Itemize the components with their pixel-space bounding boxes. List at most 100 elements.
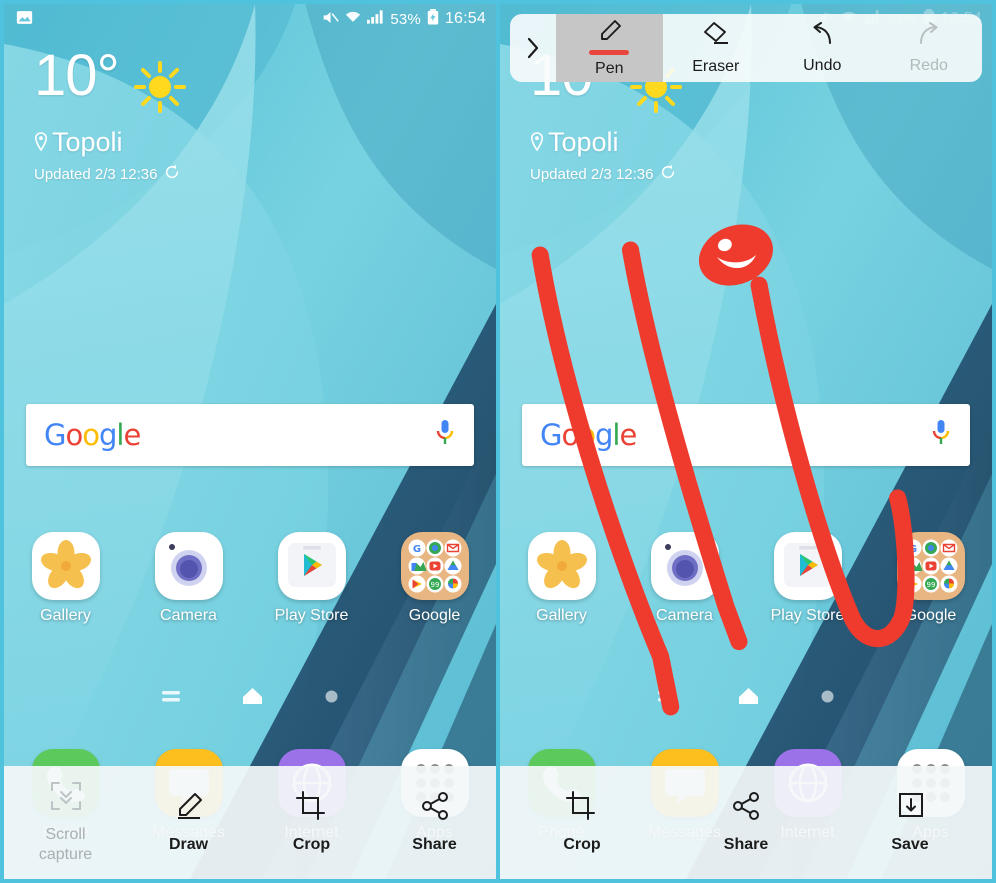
pen-tool-label: Pen — [595, 59, 624, 77]
refresh-icon[interactable] — [164, 164, 180, 184]
wifi-icon — [345, 10, 361, 28]
google-search-bar[interactable]: Google — [26, 404, 474, 466]
status-bar: 53% 16:54 — [4, 4, 496, 34]
battery-percent-label: 53% — [390, 10, 421, 28]
undo-arrow-icon — [807, 21, 837, 52]
share-button[interactable]: Share — [664, 766, 828, 879]
app-folder-google[interactable]: G 99 Google — [869, 532, 992, 625]
app-icon-play-store[interactable]: Play Store — [250, 532, 373, 625]
svg-text:99: 99 — [430, 581, 439, 589]
scroll-capture-icon — [50, 781, 82, 816]
app-label: Play Store — [770, 607, 845, 624]
clock-label: 16:54 — [444, 10, 486, 27]
eraser-icon — [701, 21, 731, 53]
undo-button[interactable]: Undo — [769, 14, 876, 82]
list-lines-icon[interactable] — [162, 690, 180, 708]
app-icon-camera[interactable]: Camera — [127, 532, 250, 625]
page-indicators — [4, 687, 496, 710]
share-icon — [419, 791, 451, 826]
list-lines-icon[interactable] — [658, 690, 676, 708]
app-label: Play Store — [274, 607, 349, 624]
draw-pen-icon — [173, 791, 205, 826]
share-label: Share — [723, 835, 769, 853]
location-pin-icon — [34, 127, 48, 158]
weather-updated-label: Updated 2/3 12:36 — [34, 165, 158, 183]
app-label: Gallery — [40, 607, 91, 624]
capture-toolbar: Crop Share Save — [500, 766, 992, 879]
microphone-icon[interactable] — [434, 418, 456, 453]
crop-button[interactable]: Crop — [500, 766, 664, 879]
gallery-flower-icon — [31, 532, 100, 600]
crop-icon — [566, 790, 598, 826]
location-pin-icon — [530, 127, 544, 158]
app-icon-camera[interactable]: Camera — [623, 532, 746, 625]
pen-icon — [596, 19, 622, 48]
google-logo: Google — [44, 418, 141, 452]
redo-arrow-icon — [914, 21, 944, 52]
page-indicators — [500, 687, 992, 710]
svg-text:G: G — [908, 544, 916, 555]
redo-label: Redo — [909, 56, 948, 74]
crop-label: Crop — [563, 835, 601, 853]
google-logo: Google — [540, 418, 637, 452]
chevron-right-icon[interactable] — [510, 14, 556, 82]
google-search-bar[interactable]: Google — [522, 404, 970, 466]
drawing-toolbar: Pen Eraser Undo Redo — [510, 14, 982, 82]
pen-color-indicator — [589, 49, 630, 55]
app-label: Google — [904, 607, 957, 624]
home-icon[interactable] — [242, 687, 263, 710]
share-button[interactable]: Share — [373, 766, 496, 879]
app-folder-google[interactable]: G 99 Google — [373, 532, 496, 625]
weather-updated-label: Updated 2/3 12:36 — [530, 165, 654, 183]
redo-button[interactable]: Redo — [876, 14, 983, 82]
svg-text:G: G — [412, 544, 420, 555]
camera-lens-icon — [650, 532, 719, 600]
pen-tool-button[interactable]: Pen — [556, 14, 663, 82]
play-store-icon — [773, 532, 842, 600]
home-icon[interactable] — [738, 687, 759, 710]
left-screenshot-panel: 53% 16:54 10° Topoli Updated 2/3 12:36 G… — [0, 0, 498, 883]
eraser-tool-button[interactable]: Eraser — [663, 14, 770, 82]
draw-button[interactable]: Draw — [127, 766, 250, 879]
crop-icon — [295, 790, 328, 826]
google-folder-icon: G 99 — [896, 532, 965, 600]
share-label: Share — [412, 835, 457, 853]
scroll-capture-button[interactable]: Scroll capture — [4, 766, 127, 879]
gallery-flower-icon — [527, 532, 596, 600]
weather-location-label: Topoli — [52, 127, 123, 157]
crop-label: Crop — [292, 835, 331, 853]
camera-lens-icon — [154, 532, 223, 600]
right-screenshot-panel: 53% 16:54 10° — [498, 0, 996, 883]
crop-button[interactable]: Crop — [250, 766, 373, 879]
app-icon-gallery[interactable]: Gallery — [4, 532, 127, 625]
weather-location-label: Topoli — [548, 127, 619, 157]
google-folder-icon: G 99 — [400, 532, 469, 600]
signal-bars-icon — [367, 10, 384, 28]
mute-icon — [322, 10, 340, 29]
app-label: Camera — [656, 607, 713, 624]
image-icon — [16, 10, 33, 28]
scroll-capture-label: Scroll capture — [38, 825, 93, 863]
weather-widget[interactable]: 10° Topoli — [34, 43, 187, 184]
app-icon-play-store[interactable]: Play Store — [746, 532, 869, 625]
eraser-tool-label: Eraser — [692, 57, 740, 75]
microphone-icon[interactable] — [930, 418, 952, 453]
home-app-row: Gallery Camera Play Store G 99 Google — [4, 532, 496, 625]
page-dot-icon[interactable] — [325, 690, 338, 708]
screenshot-comparison: 53% 16:54 10° Topoli Updated 2/3 12:36 G… — [0, 0, 996, 883]
svg-text:99: 99 — [926, 581, 935, 589]
refresh-icon[interactable] — [660, 164, 676, 184]
app-icon-gallery[interactable]: Gallery — [500, 532, 623, 625]
save-button[interactable]: Save — [828, 766, 992, 879]
sun-icon — [133, 60, 187, 119]
undo-label: Undo — [803, 56, 842, 74]
page-dot-icon[interactable] — [821, 690, 834, 708]
app-label: Gallery — [536, 607, 587, 624]
capture-toolbar: Scroll capture Draw Crop Share — [4, 766, 496, 879]
app-label: Google — [408, 607, 461, 624]
play-store-icon — [277, 532, 346, 600]
weather-temperature: 10° — [34, 43, 120, 108]
save-label: Save — [891, 835, 929, 853]
save-download-icon — [894, 791, 926, 826]
battery-charging-icon — [427, 9, 439, 29]
